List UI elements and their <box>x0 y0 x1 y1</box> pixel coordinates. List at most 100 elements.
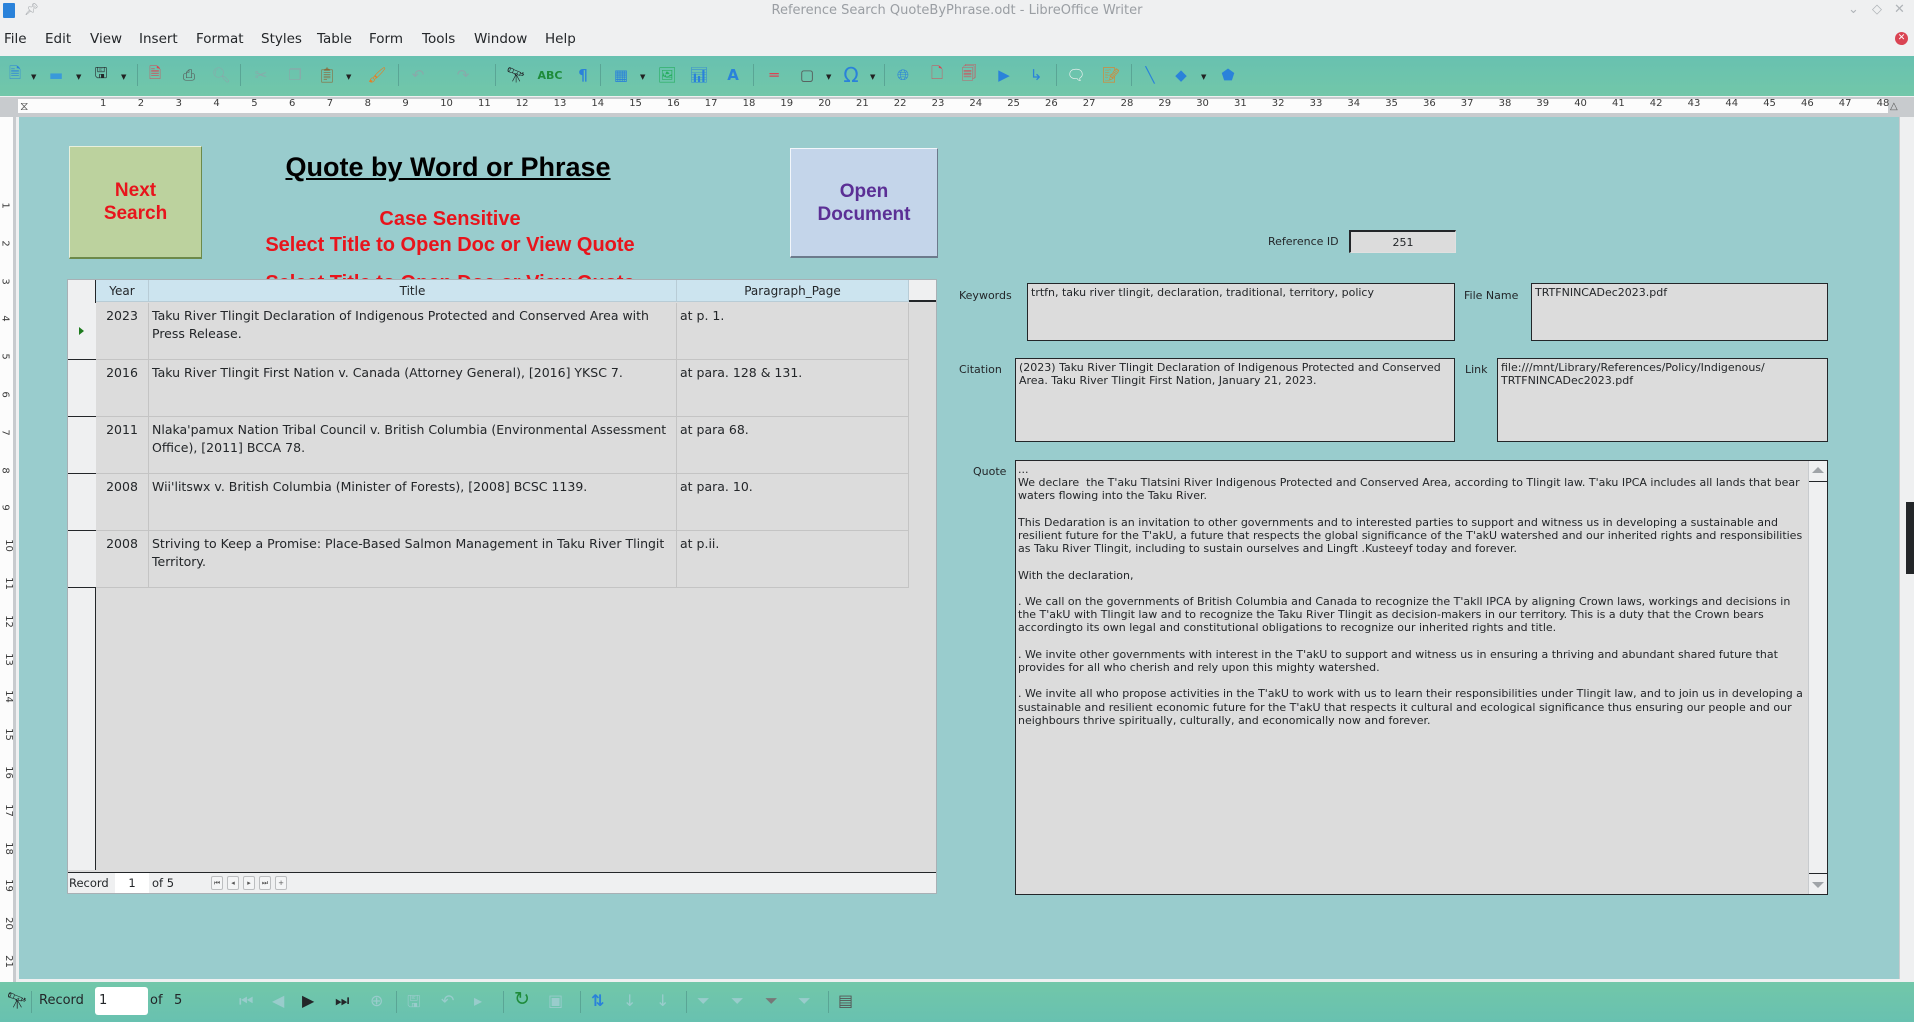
scroll-up-arrow-icon[interactable] <box>1812 467 1824 473</box>
document-scrollbar[interactable] <box>1899 117 1914 979</box>
data-source-as-table-icon[interactable]: ▤ <box>838 991 853 1010</box>
indent-marker-icon[interactable]: ⧖ <box>20 99 28 114</box>
reset-filter-icon[interactable]: ⏷ <box>798 991 811 1011</box>
cell-paragraph-page[interactable]: at para. 128 & 131. <box>677 360 909 417</box>
cell-paragraph-page[interactable]: at p.ii. <box>677 531 909 588</box>
table-new-record-button[interactable]: + <box>275 876 287 890</box>
horizontal-ruler[interactable]: 1 2 3 4 5 6 7 8 9 10 11 12 13 14 15 16 17 18 19 20 21 22 23 24 2… <box>0 97 1914 117</box>
delete-record-icon[interactable]: ▸ <box>474 991 482 1010</box>
print-preview-icon[interactable]: 🔍︎ <box>210 64 232 86</box>
column-header-paragraph-page[interactable]: Paragraph_Page <box>677 280 909 302</box>
cell-paragraph-page[interactable]: at p. 1. <box>677 303 909 360</box>
row-selector[interactable] <box>68 417 96 474</box>
keywords-field[interactable]: trtfn, taku river tlingit, declaration, … <box>1027 283 1455 341</box>
cell-title[interactable]: Nlaka'pamux Nation Tribal Council v. Bri… <box>149 417 677 474</box>
scroll-down-arrow-icon[interactable] <box>1812 882 1824 888</box>
track-changes-icon[interactable]: 📝︎ <box>1100 64 1122 86</box>
cell-title[interactable]: Striving to Keep a Promise: Place-Based … <box>149 531 677 588</box>
autofilter-icon[interactable]: ⏷ <box>697 991 710 1011</box>
menu-view[interactable]: View <box>90 31 122 47</box>
cell-paragraph-page[interactable]: at para. 10. <box>677 474 909 531</box>
sort-icon[interactable]: ⇅ <box>591 991 604 1010</box>
endnote-icon[interactable]: 🗐︎ <box>958 64 980 86</box>
quote-text[interactable]: ... We declare the T'aku Tlatsini River … <box>1018 463 1807 892</box>
cell-paragraph-page[interactable]: at para 68. <box>677 417 909 474</box>
menu-window[interactable]: Window <box>474 31 527 47</box>
next-search-button[interactable]: Next Search <box>69 146 202 259</box>
table-row[interactable]: 2023 Taku River Tlingit Declaration of In… <box>96 303 909 360</box>
close-window-icon[interactable]: ✕ <box>1894 2 1905 17</box>
comment-icon[interactable]: 🗨︎ <box>1065 64 1087 86</box>
open-folder-icon[interactable]: ▬ <box>45 64 67 86</box>
page-break-icon[interactable]: ═ <box>763 64 785 86</box>
sidebar-toggle-handle[interactable] <box>1906 502 1914 574</box>
insert-chart-icon[interactable]: 📊︎ <box>688 64 710 86</box>
paste-icon[interactable]: 📋︎ <box>316 64 338 86</box>
first-record-icon[interactable]: ⏮ <box>239 991 253 1011</box>
cell-year[interactable]: 2008 <box>96 474 149 531</box>
refresh-icon[interactable]: ↻ <box>514 988 530 1010</box>
minimize-icon[interactable]: ⌄ <box>1848 2 1859 17</box>
table-row[interactable]: 2016 Taku River Tlingit First Nation v. C… <box>96 360 909 417</box>
next-record-icon[interactable]: ▶ <box>302 991 314 1010</box>
undo-icon[interactable]: ↶ <box>407 64 429 86</box>
hyperlink-icon[interactable]: 🌐︎ <box>892 64 914 86</box>
column-header-title[interactable]: Title <box>149 280 677 302</box>
menu-edit[interactable]: Edit <box>45 31 71 47</box>
bookmark-icon[interactable]: ▶ <box>993 64 1015 86</box>
basic-shapes-icon[interactable]: ◆ <box>1170 64 1192 86</box>
save-icon[interactable]: 🖫︎ <box>90 64 112 86</box>
table-row[interactable]: 2008 Striving to Keep a Promise: Place-Ba… <box>96 531 909 588</box>
table-next-record-button[interactable]: ▸ <box>243 876 255 890</box>
maximize-icon[interactable]: ◇ <box>1872 2 1882 17</box>
draw-functions-icon[interactable]: ⬟ <box>1217 64 1239 86</box>
table-first-record-button[interactable]: ⏮ <box>211 876 223 890</box>
reference-id-field[interactable]: 251 <box>1349 230 1456 253</box>
table-row[interactable]: 2011 Nlaka'pamux Nation Tribal Council v.… <box>96 417 909 474</box>
sort-descending-icon[interactable]: ↓ <box>656 991 669 1010</box>
line-icon[interactable]: ╲ <box>1139 64 1161 86</box>
special-character-icon[interactable]: Ω <box>840 63 862 87</box>
menu-file[interactable]: File <box>4 31 27 47</box>
results-table[interactable]: Year Title Paragraph_Page 2023 Taku River… <box>67 279 937 894</box>
insert-textbox-icon[interactable]: A <box>722 64 744 86</box>
menu-help[interactable]: Help <box>545 31 576 47</box>
row-selector[interactable] <box>68 360 96 417</box>
save-record-icon[interactable]: 🖫︎ <box>407 991 421 1018</box>
menu-styles[interactable]: Styles <box>261 31 302 47</box>
table-row[interactable]: 2008 Wii'litswx v. British Columbia (Mini… <box>96 474 909 531</box>
copy-icon[interactable]: ❐ <box>284 64 306 86</box>
cross-reference-icon[interactable]: ↳ <box>1025 64 1047 86</box>
cell-year[interactable]: 2016 <box>96 360 149 417</box>
formatting-marks-icon[interactable]: ¶ <box>572 64 594 86</box>
footnote-icon[interactable]: 🗋︎ <box>926 64 948 86</box>
quote-field[interactable]: ... We declare the T'aku Tlatsini River … <box>1015 460 1828 895</box>
open-document-button[interactable]: Open Document <box>790 148 938 258</box>
menu-table[interactable]: Table <box>317 31 352 47</box>
quote-scrollbar[interactable] <box>1808 461 1827 894</box>
cell-year[interactable]: 2008 <box>96 531 149 588</box>
menu-format[interactable]: Format <box>196 31 244 47</box>
table-last-record-button[interactable]: ⏭ <box>259 876 271 890</box>
find-record-icon[interactable]: 🔭︎ <box>7 991 27 1010</box>
print-icon[interactable]: ⎙ <box>178 64 200 86</box>
link-field[interactable]: file:///mnt/Library/References/Policy/In… <box>1497 358 1828 442</box>
row-selector[interactable] <box>68 474 96 531</box>
sort-ascending-icon[interactable]: ↓ <box>623 991 636 1010</box>
cell-title[interactable]: Taku River Tlingit Declaration of Indige… <box>149 303 677 360</box>
spellcheck-icon[interactable]: ABC <box>538 64 563 86</box>
insert-image-icon[interactable]: 🖼︎ <box>656 64 678 86</box>
cut-icon[interactable]: ✂ <box>250 64 272 86</box>
menu-insert[interactable]: Insert <box>139 31 178 47</box>
last-record-icon[interactable]: ⏭ <box>335 991 349 1011</box>
refresh-control-icon[interactable]: ▣ <box>548 991 563 1010</box>
new-document-icon[interactable]: 🗎︎ <box>4 64 26 86</box>
menu-tools[interactable]: Tools <box>422 31 455 47</box>
cell-title[interactable]: Taku River Tlingit First Nation v. Canad… <box>149 360 677 417</box>
file-name-field[interactable]: TRTFNINCADec2023.pdf <box>1531 283 1828 341</box>
row-selector[interactable] <box>68 303 96 360</box>
export-pdf-icon[interactable]: 🗎︎ <box>144 64 166 86</box>
redo-icon[interactable]: ↷ <box>452 64 474 86</box>
previous-record-icon[interactable]: ◀ <box>272 991 284 1010</box>
apply-filter-icon[interactable]: ⏷ <box>731 991 744 1011</box>
